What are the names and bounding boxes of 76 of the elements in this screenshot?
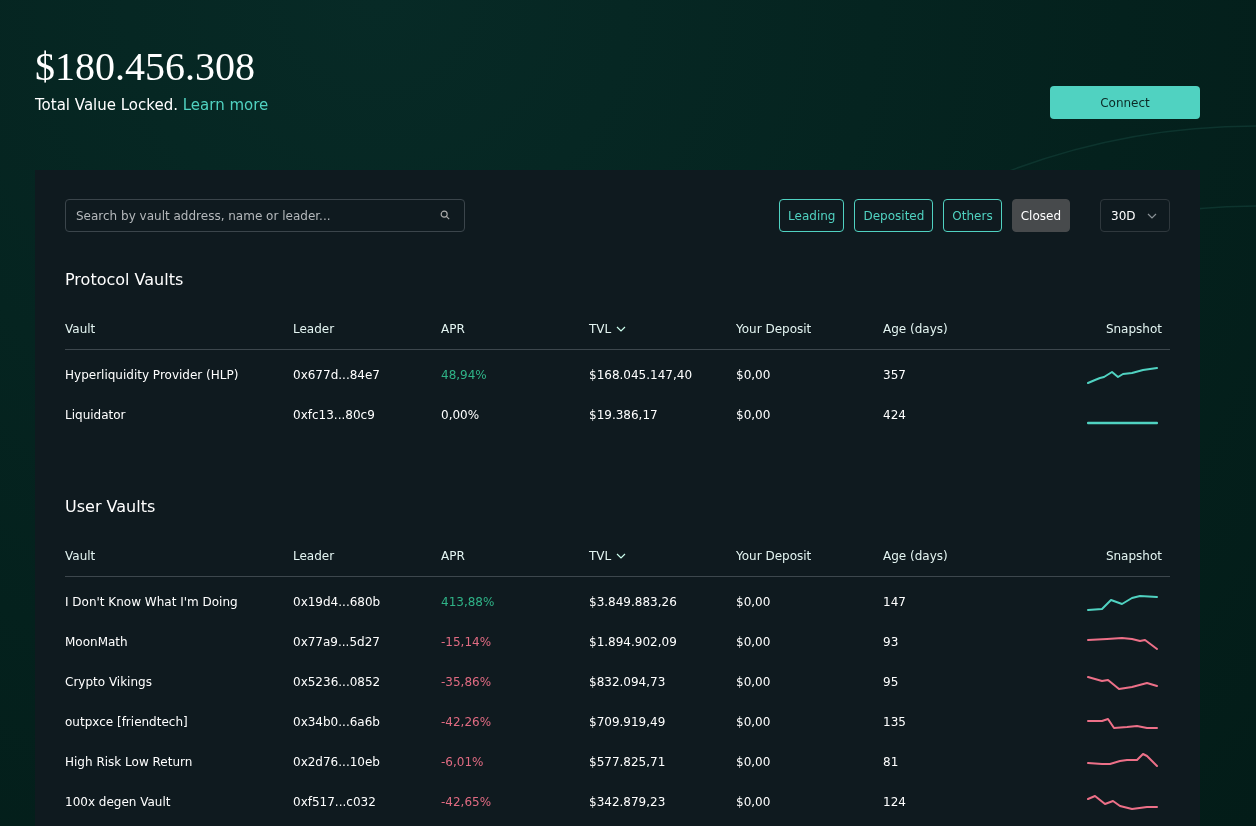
vault-name[interactable]: outpxce [friendtech] — [65, 715, 293, 729]
filter-button[interactable]: Leading — [779, 199, 845, 232]
period-dropdown[interactable]: 30D — [1100, 199, 1170, 232]
vault-name[interactable]: MoonMath — [65, 635, 293, 649]
column-header[interactable]: Your Deposit — [736, 321, 812, 336]
apr-value: 48,94% — [441, 368, 488, 382]
apr-value: -15,14% — [441, 635, 493, 649]
column-header[interactable]: Age (days) — [883, 321, 948, 336]
column-header[interactable]: APR — [441, 321, 465, 336]
vault-name[interactable]: I Don't Know What I'm Doing — [65, 595, 293, 609]
column-header[interactable]: Snapshot — [1105, 321, 1162, 336]
leader-address: 0x677d...84e7 — [293, 368, 381, 382]
age-value: 424 — [883, 408, 907, 422]
age-value: 93 — [883, 635, 900, 649]
filter-button[interactable]: Deposited — [854, 199, 934, 232]
tvl-value: $577.825,71 — [589, 755, 667, 769]
age-value: 95 — [883, 675, 900, 689]
connect-button[interactable]: Connect — [1050, 86, 1200, 119]
apr-value: 0,00% — [441, 408, 481, 422]
apr-value: 413,88% — [441, 595, 496, 609]
leader-address: 0x77a9...5d27 — [293, 635, 381, 649]
apr-value: -42,26% — [441, 715, 493, 729]
tvl-value: $3.849.883,26 — [589, 595, 678, 609]
tvl-value: $832.094,73 — [589, 675, 667, 689]
tvl-value: $168.045.147,40 — [589, 368, 694, 382]
apr-value: -35,86% — [441, 675, 493, 689]
column-header[interactable]: Leader — [293, 321, 335, 336]
chevron-down-icon — [1147, 212, 1157, 219]
column-header[interactable]: Snapshot — [1105, 548, 1162, 563]
column-header[interactable]: TVL — [589, 321, 612, 336]
total-value: $180.456.308 — [35, 44, 256, 90]
filter-button[interactable]: Others — [943, 199, 1002, 232]
age-value: 357 — [883, 368, 907, 382]
vault-name[interactable]: 100x degen Vault — [65, 795, 293, 809]
section-title: User Vaults — [65, 497, 157, 517]
leader-address: 0x19d4...680b — [293, 595, 382, 609]
apr-value: -6,01% — [441, 755, 485, 769]
deposit-value: $0,00 — [736, 675, 772, 689]
column-header[interactable]: Vault — [65, 321, 96, 336]
leader-address: 0x5236...0852 — [293, 675, 382, 689]
vault-name[interactable]: Hyperliquidity Provider (HLP) — [65, 368, 293, 382]
leader-address: 0x2d76...10eb — [293, 755, 381, 769]
age-value: 147 — [883, 595, 907, 609]
tvl-value: $342.879,23 — [589, 795, 667, 809]
deposit-value: $0,00 — [736, 635, 772, 649]
column-header[interactable]: TVL — [589, 548, 612, 563]
leader-address: 0xfc13...80c9 — [293, 408, 376, 422]
section-title: Protocol Vaults — [65, 270, 185, 290]
deposit-value: $0,00 — [736, 755, 772, 769]
tvl-value: $709.919,49 — [589, 715, 667, 729]
deposit-value: $0,00 — [736, 795, 772, 809]
column-header[interactable]: Age (days) — [883, 548, 948, 563]
search-icon — [440, 210, 450, 220]
vault-name[interactable]: High Risk Low Return — [65, 755, 293, 769]
age-value: 124 — [883, 795, 907, 809]
leader-address: 0xf517...c032 — [293, 795, 377, 809]
tvl-value: $1.894.902,09 — [589, 635, 678, 649]
deposit-value: $0,00 — [736, 408, 772, 422]
vault-name[interactable]: Liquidator — [65, 408, 293, 422]
age-value: 135 — [883, 715, 907, 729]
tvl-value: $19.386,17 — [589, 408, 659, 422]
apr-value: -42,65% — [441, 795, 493, 809]
deposit-value: $0,00 — [736, 595, 772, 609]
age-value: 81 — [883, 755, 900, 769]
column-header[interactable]: APR — [441, 548, 465, 563]
filter-button[interactable]: Closed — [1011, 199, 1070, 232]
deposit-value: $0,00 — [736, 715, 772, 729]
leader-address: 0x34b0...6a6b — [293, 715, 381, 729]
column-header[interactable]: Your Deposit — [736, 548, 812, 563]
search-field[interactable]: Search by vault address, name or leader... — [65, 199, 465, 232]
caption: Total Value Locked. — [35, 96, 178, 114]
vault-name[interactable]: Crypto Vikings — [65, 675, 293, 689]
column-header[interactable]: Leader — [293, 548, 335, 563]
column-header[interactable]: Vault — [65, 548, 96, 563]
learn-more-link[interactable]: Learn more — [182, 96, 269, 114]
deposit-value: $0,00 — [736, 368, 772, 382]
